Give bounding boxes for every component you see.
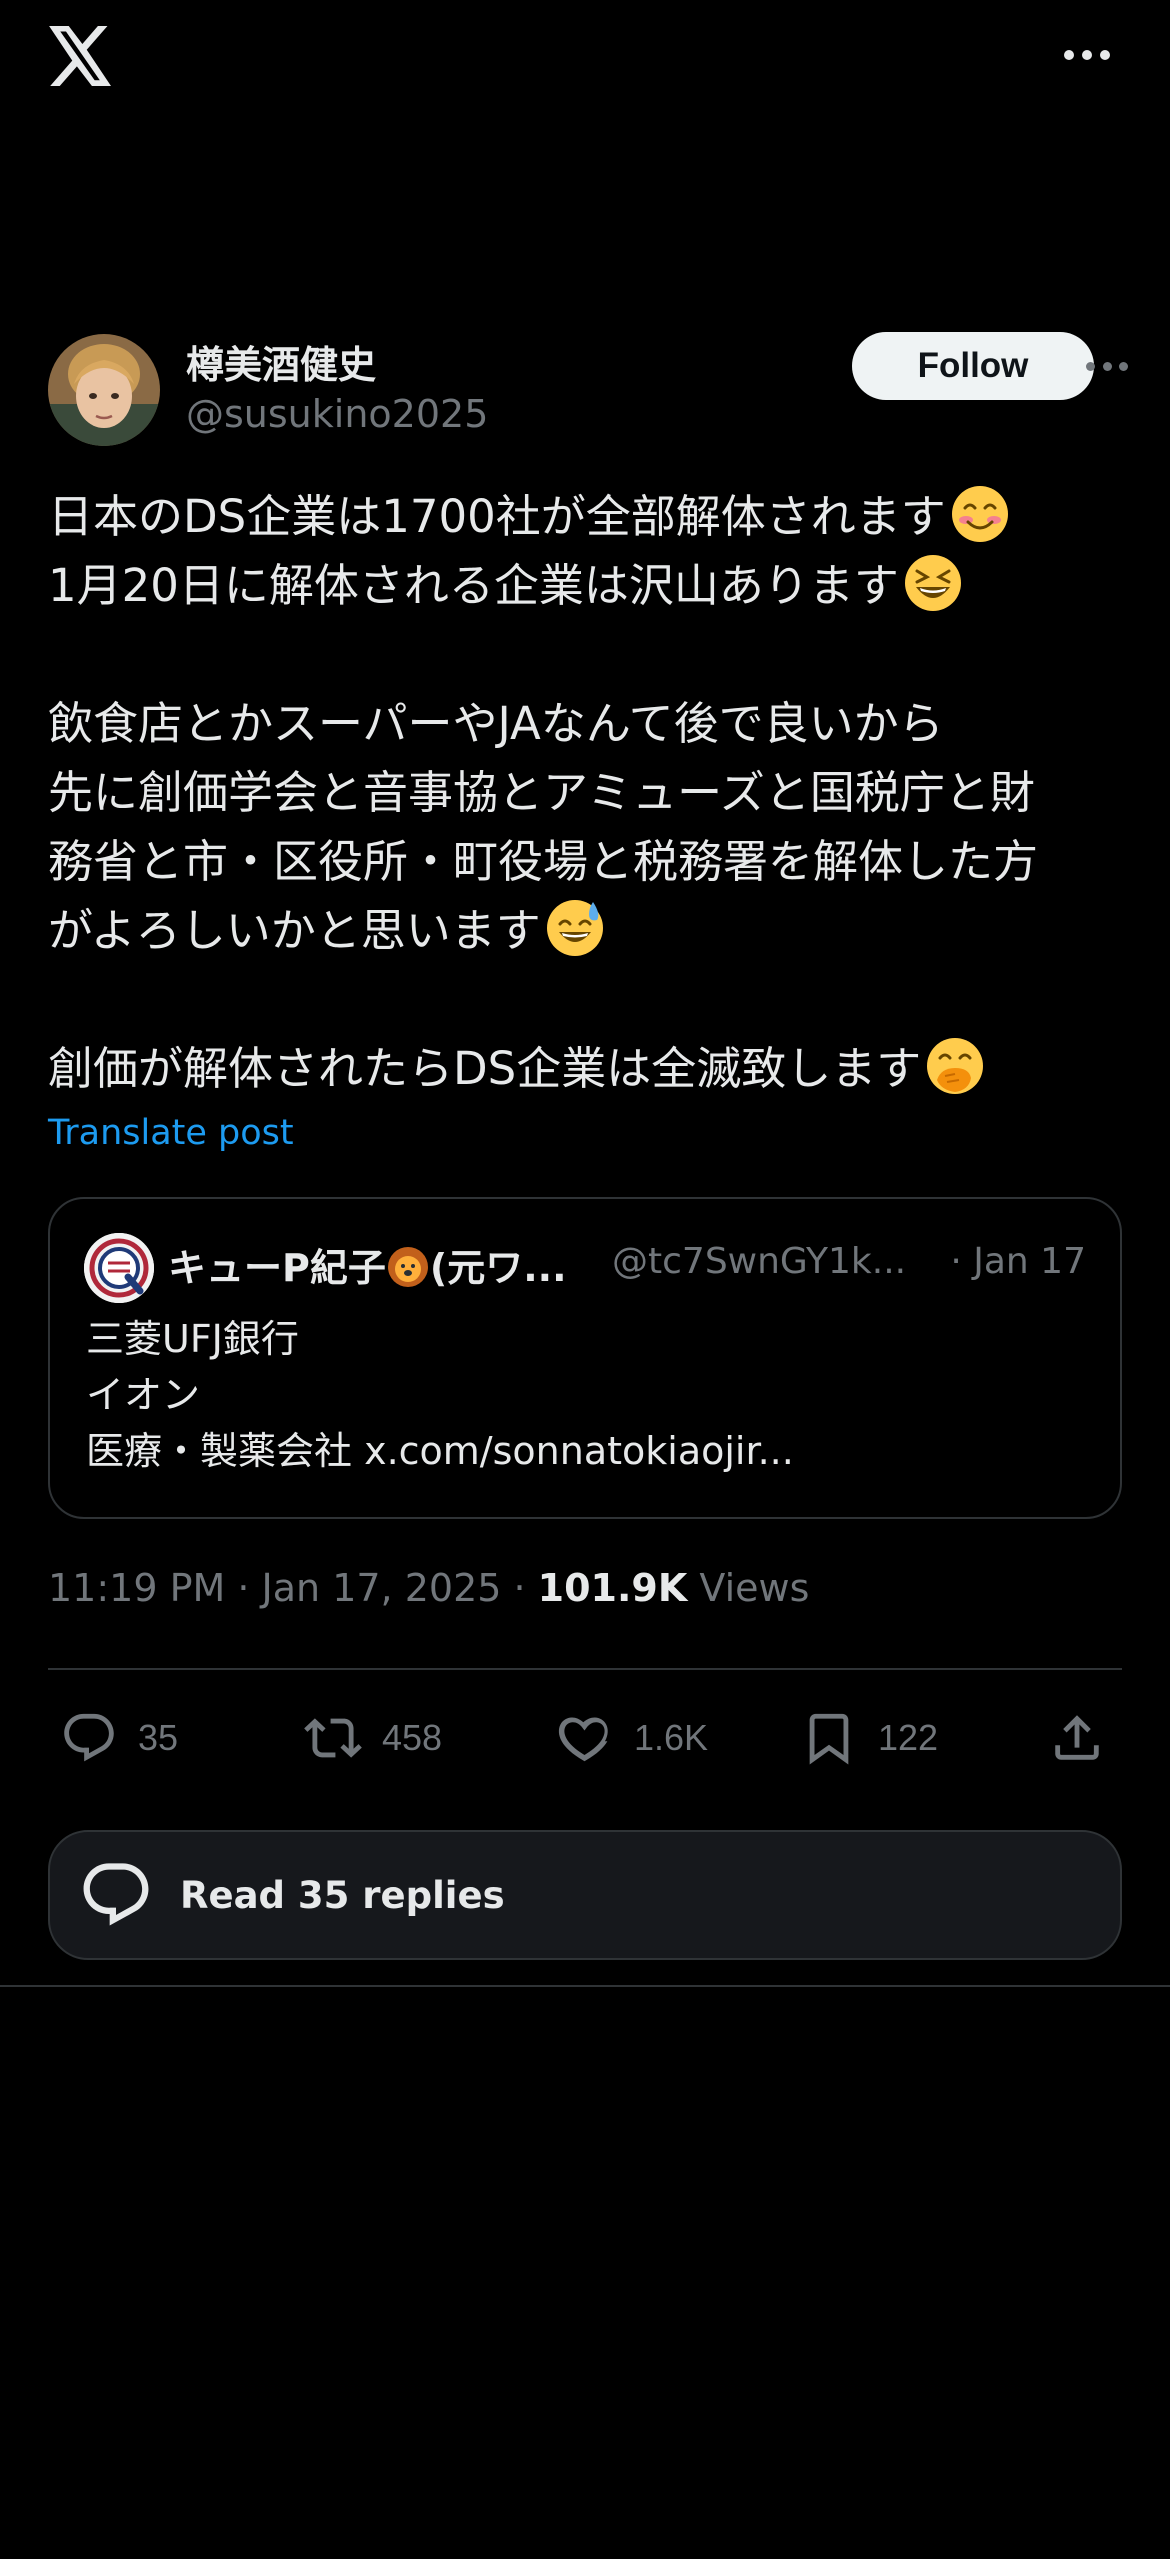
lion-icon (387, 1247, 428, 1287)
reply-count: 35 (138, 1717, 179, 1758)
author-display-name[interactable]: 樽美酒健史 (186, 334, 376, 389)
quote-line: 医療・製薬会社 x.com/sonnatokiaojir... (86, 1429, 794, 1473)
smiling-face-icon (951, 486, 1008, 542)
post-meta: 11:19 PM · Jan 17, 2025 · 101.9K Views (48, 1566, 810, 1610)
share-button[interactable] (1048, 1700, 1106, 1776)
views-count: 101.9K (537, 1566, 688, 1610)
quoted-post[interactable]: キューP紀子 (元ワ... @tc7SwnGY1k... · Jan 17 三菱U… (48, 1197, 1122, 1519)
post-line: がよろしいかと思います (48, 896, 1128, 965)
author-handle[interactable]: @susukino2025 (186, 392, 488, 436)
quote-author-handle[interactable]: @tc7SwnGY1k... (612, 1241, 906, 1282)
more-horizontal-icon[interactable] (1064, 48, 1110, 62)
quote-author-name[interactable]: キューP紀子 (元ワ... (168, 1237, 567, 1292)
post-line: 先に創価学会と音事協とアミューズと国税庁と財 (48, 766, 1035, 819)
face-with-hand-over-mouth-icon (927, 1038, 984, 1094)
quote-avatar[interactable] (84, 1233, 154, 1303)
reply-icon (64, 1713, 114, 1762)
share-icon (1055, 1715, 1099, 1760)
quote-line: 三菱UFJ銀行 (86, 1317, 299, 1361)
read-replies-label: Read 35 replies (180, 1873, 505, 1917)
quote-text: 三菱UFJ銀行 イオン 医療・製薬会社 x.com/sonnatokiaojir… (86, 1311, 794, 1479)
heart-icon (558, 1717, 608, 1762)
repost-icon (304, 1718, 362, 1758)
post-line: 務省と市・区役所・町役場と税務署を解体した方 (48, 835, 1039, 888)
grinning-squinting-face-icon (904, 555, 961, 611)
post-date[interactable]: Jan 17, 2025 (262, 1566, 502, 1610)
translate-post-link[interactable]: Translate post (48, 1113, 294, 1153)
post-line: 飲食店とかスーパーやJAなんて後で良いから (48, 697, 944, 750)
bookmark-count: 122 (878, 1717, 939, 1758)
views-label: Views (699, 1566, 810, 1610)
quote-line: イオン (86, 1373, 201, 1417)
quote-date: · Jan 17 (950, 1241, 1086, 1282)
post-more-icon[interactable] (1086, 360, 1128, 372)
bookmark-icon (809, 1713, 849, 1765)
like-button[interactable]: 1.6K (556, 1700, 708, 1776)
like-count: 1.6K (634, 1717, 709, 1758)
follow-button[interactable]: Follow (852, 332, 1094, 400)
repost-button[interactable]: 458 (304, 1700, 442, 1776)
action-bar: 35 458 1.6K 122 (48, 1700, 1122, 1776)
top-bar (0, 0, 1170, 120)
x-logo-icon[interactable] (48, 26, 114, 86)
reply-icon (83, 1863, 149, 1926)
post-author: 樽美酒健史 @susukino2025 Follow (48, 330, 1128, 450)
repost-count: 458 (382, 1717, 443, 1758)
divider (48, 1668, 1122, 1670)
post-line (48, 965, 1128, 1034)
avatar[interactable] (48, 334, 160, 446)
post-line (48, 620, 1128, 689)
post-line: 日本のDS企業は1700社が全部解体されます (48, 482, 1128, 551)
post-text: 日本のDS企業は1700社が全部解体されます 1月20日に解体される企業は沢山あ… (48, 482, 1128, 1103)
reply-button[interactable]: 35 (60, 1700, 178, 1776)
divider (0, 1985, 1170, 1987)
bookmark-button[interactable]: 122 (800, 1700, 938, 1776)
post-line: 1月20日に解体される企業は沢山あります (48, 551, 1128, 620)
grinning-sweat-face-icon (546, 900, 603, 956)
read-replies-button[interactable]: Read 35 replies (48, 1830, 1122, 1960)
post-line: 創価が解体されたらDS企業は全滅致します (48, 1034, 1128, 1103)
post-time[interactable]: 11:19 PM (48, 1566, 225, 1610)
